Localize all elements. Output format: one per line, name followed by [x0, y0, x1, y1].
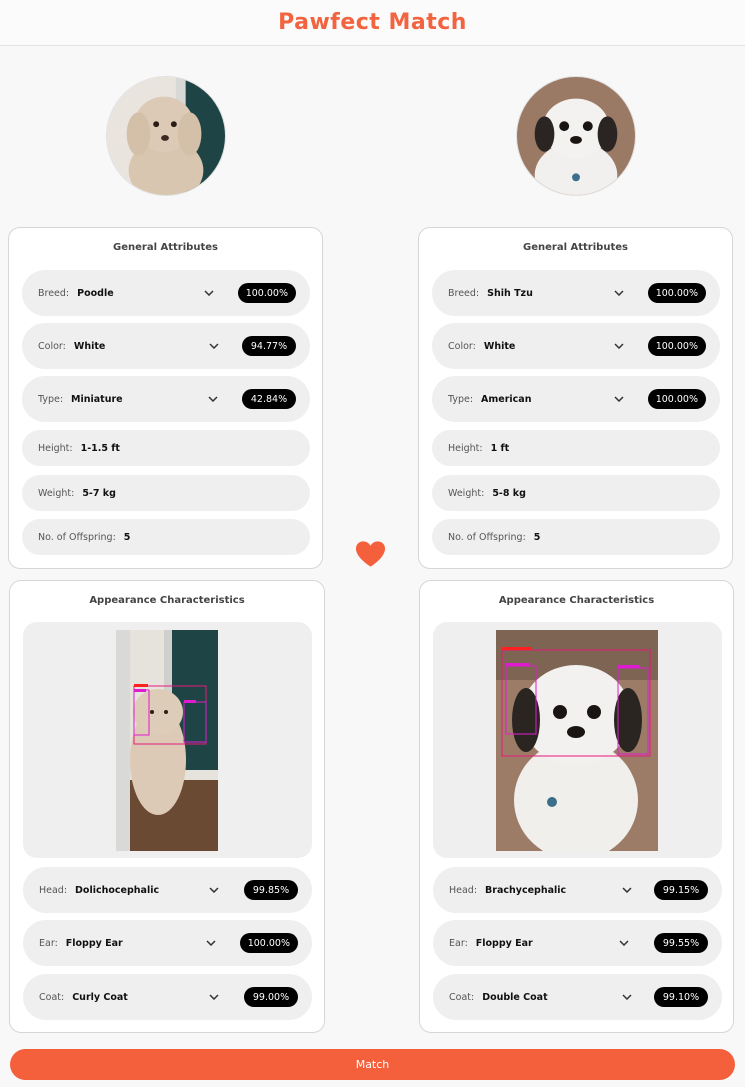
right-ear-select[interactable]: Ear: Floppy Ear 99.55%	[433, 920, 722, 966]
ear-label: Ear:	[449, 937, 468, 949]
head-value: Dolichocephalic	[75, 884, 160, 896]
color-label: Color:	[38, 340, 66, 352]
card-title: General Attributes	[523, 242, 628, 253]
height-label: Height:	[38, 442, 73, 454]
confidence-badge: 100.00%	[647, 389, 706, 409]
color-value: White	[73, 340, 106, 352]
right-detection-panel	[433, 622, 722, 858]
chevron-down-icon[interactable]	[618, 937, 630, 949]
offspring-label: No. of Offspring:	[38, 531, 116, 543]
left-height-row: Height: 1-1.5 ft	[22, 430, 310, 466]
height-label: Height:	[448, 442, 483, 454]
offspring-value: 5	[123, 531, 131, 543]
right-offspring-row: No. of Offspring: 5	[432, 519, 720, 555]
right-general-attributes-card: General Attributes Breed: Shih Tzu 100.0…	[418, 227, 733, 569]
right-dog-avatar[interactable]	[516, 76, 636, 196]
color-label: Color:	[448, 340, 476, 352]
chevron-down-icon[interactable]	[205, 937, 217, 949]
left-ear-select[interactable]: Ear: Floppy Ear 100.00%	[23, 920, 312, 966]
confidence-badge: 100.00%	[239, 933, 298, 953]
type-label: Type:	[448, 393, 474, 405]
left-weight-row: Weight: 5-7 kg	[22, 475, 310, 511]
color-value: White	[483, 340, 516, 352]
left-appearance-card: Appearance Characteristics Head: Dolicho…	[9, 580, 325, 1033]
left-dog-avatar[interactable]	[106, 76, 226, 196]
right-height-row: Height: 1 ft	[432, 430, 720, 466]
breed-label: Breed:	[448, 287, 480, 299]
left-detection-image	[116, 630, 218, 851]
weight-label: Weight:	[38, 487, 75, 499]
right-breed-select[interactable]: Breed: Shih Tzu 100.00%	[432, 270, 720, 316]
confidence-badge: 99.85%	[244, 880, 298, 900]
weight-label: Weight:	[448, 487, 485, 499]
breed-value: Poodle	[77, 287, 114, 299]
coat-label: Coat:	[449, 991, 475, 1003]
chevron-down-icon[interactable]	[208, 884, 220, 896]
type-value: Miniature	[71, 393, 123, 405]
app-header: Pawfect Match	[0, 0, 745, 46]
breed-value: Shih Tzu	[487, 287, 533, 299]
left-offspring-row: No. of Offspring: 5	[22, 519, 310, 555]
confidence-badge: 100.00%	[647, 336, 706, 356]
weight-value: 5-7 kg	[82, 487, 116, 499]
chevron-down-icon[interactable]	[621, 884, 633, 896]
confidence-badge: 99.15%	[654, 880, 708, 900]
right-weight-row: Weight: 5-8 kg	[432, 475, 720, 511]
offspring-value: 5	[533, 531, 541, 543]
height-value: 1 ft	[490, 442, 510, 454]
confidence-badge: 100.00%	[647, 283, 706, 303]
right-detection-image	[496, 630, 658, 851]
head-label: Head:	[449, 884, 478, 896]
left-breed-select[interactable]: Breed: Poodle 100.00%	[22, 270, 310, 316]
breed-label: Breed:	[38, 287, 70, 299]
chevron-down-icon[interactable]	[208, 991, 220, 1003]
confidence-badge: 99.55%	[654, 933, 708, 953]
right-coat-select[interactable]: Coat: Double Coat 99.10%	[433, 974, 722, 1020]
type-label: Type:	[38, 393, 64, 405]
left-color-select[interactable]: Color: White 94.77%	[22, 323, 310, 369]
confidence-badge: 99.00%	[244, 987, 298, 1007]
chevron-down-icon[interactable]	[613, 393, 625, 405]
left-detection-panel	[23, 622, 312, 858]
right-head-select[interactable]: Head: Brachycephalic 99.15%	[433, 867, 722, 913]
left-coat-select[interactable]: Coat: Curly Coat 99.00%	[23, 974, 312, 1020]
weight-value: 5-8 kg	[492, 487, 526, 499]
chevron-down-icon[interactable]	[207, 393, 219, 405]
coat-label: Coat:	[39, 991, 65, 1003]
height-value: 1-1.5 ft	[80, 442, 120, 454]
chevron-down-icon[interactable]	[203, 287, 215, 299]
confidence-badge: 99.10%	[654, 987, 708, 1007]
confidence-badge: 100.00%	[237, 283, 296, 303]
match-button[interactable]: Match	[10, 1049, 735, 1080]
shih-tzu-avatar-image	[517, 77, 635, 195]
ear-label: Ear:	[39, 937, 58, 949]
chevron-down-icon[interactable]	[613, 287, 625, 299]
app-logo: Pawfect Match	[278, 10, 467, 35]
left-general-attributes-card: General Attributes Breed: Poodle 100.00%…	[8, 227, 323, 569]
card-title: Appearance Characteristics	[498, 595, 655, 606]
chevron-down-icon[interactable]	[621, 991, 633, 1003]
right-type-select[interactable]: Type: American 100.00%	[432, 376, 720, 422]
left-head-select[interactable]: Head: Dolichocephalic 99.85%	[23, 867, 312, 913]
chevron-down-icon[interactable]	[613, 340, 625, 352]
head-label: Head:	[39, 884, 68, 896]
right-color-select[interactable]: Color: White 100.00%	[432, 323, 720, 369]
offspring-label: No. of Offspring:	[448, 531, 526, 543]
head-value: Brachycephalic	[485, 884, 567, 896]
left-type-select[interactable]: Type: Miniature 42.84%	[22, 376, 310, 422]
coat-value: Double Coat	[482, 991, 548, 1003]
right-appearance-card: Appearance Characteristics Head: Brachyc…	[419, 580, 734, 1033]
ear-value: Floppy Ear	[475, 937, 533, 949]
coat-value: Curly Coat	[72, 991, 128, 1003]
card-title: General Attributes	[113, 242, 218, 253]
heart-icon	[355, 540, 386, 568]
confidence-badge: 42.84%	[242, 389, 296, 409]
card-title: Appearance Characteristics	[89, 595, 245, 606]
poodle-avatar-image	[107, 77, 225, 195]
confidence-badge: 94.77%	[242, 336, 296, 356]
ear-value: Floppy Ear	[65, 937, 123, 949]
type-value: American	[481, 393, 532, 405]
chevron-down-icon[interactable]	[208, 340, 220, 352]
